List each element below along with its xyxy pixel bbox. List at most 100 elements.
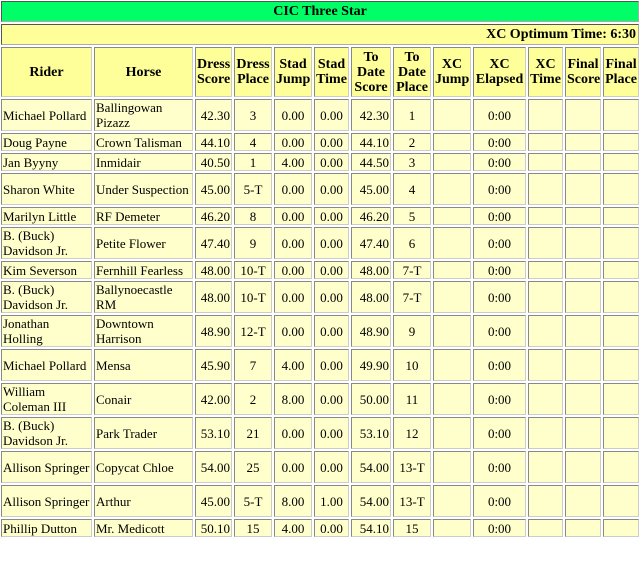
rider-cell: Sharon White [1,173,92,205]
xc-jump-cell [433,349,471,381]
header-xc-time: XC Time [528,47,563,97]
xc-time-cell [528,281,563,313]
stad-jump-cell: 0.00 [274,261,312,279]
stad-time-cell: 0.00 [314,417,349,449]
horse-cell: RF Demeter [94,207,193,225]
dress-score-cell: 53.10 [195,417,232,449]
to-date-score-cell: 48.00 [351,281,391,313]
to-date-place-cell: 13-T [393,451,431,483]
stad-time-cell: 0.00 [314,133,349,151]
dress-place-cell: 8 [234,207,272,225]
header-rider: Rider [1,47,92,97]
xc-time-cell [528,349,563,381]
xc-jump-cell [433,315,471,347]
final-score-cell [565,383,601,415]
header-to-date-place: To Date Place [393,47,431,97]
rider-cell: B. (Buck) Davidson Jr. [1,417,92,449]
final-place-cell [603,485,640,517]
header-stad-time: Stad Time [314,47,349,97]
xc-time-cell [528,383,563,415]
xc-elapsed-cell: 0:00 [473,519,526,537]
table-row: Michael Pollard Ballingowan Pizazz 42.30 3 0… [1,99,640,131]
dress-score-cell: 48.00 [195,261,232,279]
dress-place-cell: 3 [234,99,272,131]
xc-time-cell [528,519,563,537]
xc-jump-cell [433,261,471,279]
stad-time-cell: 0.00 [314,261,349,279]
dress-score-cell: 45.00 [195,173,232,205]
to-date-score-cell: 49.90 [351,349,391,381]
horse-cell: Under Suspection [94,173,193,205]
final-place-cell [603,173,640,205]
xc-time-cell [528,485,563,517]
xc-time-cell [528,133,563,151]
dress-place-cell: 5-T [234,485,272,517]
to-date-place-cell: 7-T [393,281,431,313]
rider-cell: Kim Severson [1,261,92,279]
xc-jump-cell [433,383,471,415]
final-score-cell [565,281,601,313]
rider-cell: B. (Buck) Davidson Jr. [1,281,92,313]
to-date-score-cell: 47.40 [351,227,391,259]
table-row: Jan Byyny Inmidair 40.50 1 4.00 0.00 44.50 3 0:0… [1,153,640,171]
stad-time-cell: 0.00 [314,451,349,483]
xc-optimum-time: XC Optimum Time: 6:30 [1,24,640,45]
dress-score-cell: 48.00 [195,281,232,313]
horse-cell: Ballingowan Pizazz [94,99,193,131]
stad-jump-cell: 0.00 [274,417,312,449]
xc-time-cell [528,99,563,131]
to-date-score-cell: 54.00 [351,485,391,517]
to-date-place-cell: 12 [393,417,431,449]
xc-elapsed-cell: 0:00 [473,133,526,151]
final-score-cell [565,519,601,537]
dress-place-cell: 9 [234,227,272,259]
dress-place-cell: 15 [234,519,272,537]
stad-time-cell: 0.00 [314,281,349,313]
to-date-score-cell: 53.10 [351,417,391,449]
table-row: Allison Springer Copycat Chloe 54.00 25 0.00… [1,451,640,483]
horse-cell: Mr. Medicott [94,519,193,537]
dress-place-cell: 7 [234,349,272,381]
horse-cell: Mensa [94,349,193,381]
dress-place-cell: 12-T [234,315,272,347]
rider-cell: Allison Springer [1,485,92,517]
rider-cell: Michael Pollard [1,99,92,131]
stad-jump-cell: 0.00 [274,133,312,151]
stad-jump-cell: 0.00 [274,99,312,131]
horse-cell: Conair [94,383,193,415]
to-date-place-cell: 4 [393,173,431,205]
final-place-cell [603,417,640,449]
table-row: Jonathan Holling Downtown Harrison 48.90 12… [1,315,640,347]
rider-cell: Michael Pollard [1,349,92,381]
horse-cell: Petite Flower [94,227,193,259]
horse-cell: Copycat Chloe [94,451,193,483]
dress-score-cell: 50.10 [195,519,232,537]
rider-cell: Marilyn Little [1,207,92,225]
to-date-score-cell: 44.50 [351,153,391,171]
dress-place-cell: 10-T [234,261,272,279]
to-date-place-cell: 1 [393,99,431,131]
column-headers: Rider Horse Dress Score Dress Place Stad… [1,47,640,97]
xc-elapsed-cell: 0:00 [473,349,526,381]
xc-elapsed-cell: 0:00 [473,153,526,171]
final-score-cell [565,451,601,483]
final-place-cell [603,153,640,171]
dress-score-cell: 44.10 [195,133,232,151]
to-date-score-cell: 48.00 [351,261,391,279]
final-score-cell [565,227,601,259]
dress-score-cell: 45.90 [195,349,232,381]
to-date-score-cell: 48.90 [351,315,391,347]
dress-place-cell: 2 [234,383,272,415]
stad-time-cell: 1.00 [314,485,349,517]
results-table: CIC Three Star XC Optimum Time: 6:30 Rid… [0,0,640,539]
final-place-cell [603,451,640,483]
final-place-cell [603,349,640,381]
table-row: B. (Buck) Davidson Jr. Ballynoecastle RM 4… [1,281,640,313]
table-row: Phillip Dutton Mr. Medicott 50.10 15 4.00 0.0… [1,519,640,537]
rider-cell: Allison Springer [1,451,92,483]
final-place-cell [603,133,640,151]
to-date-place-cell: 6 [393,227,431,259]
stad-time-cell: 0.00 [314,383,349,415]
dress-score-cell: 42.00 [195,383,232,415]
stad-jump-cell: 8.00 [274,485,312,517]
